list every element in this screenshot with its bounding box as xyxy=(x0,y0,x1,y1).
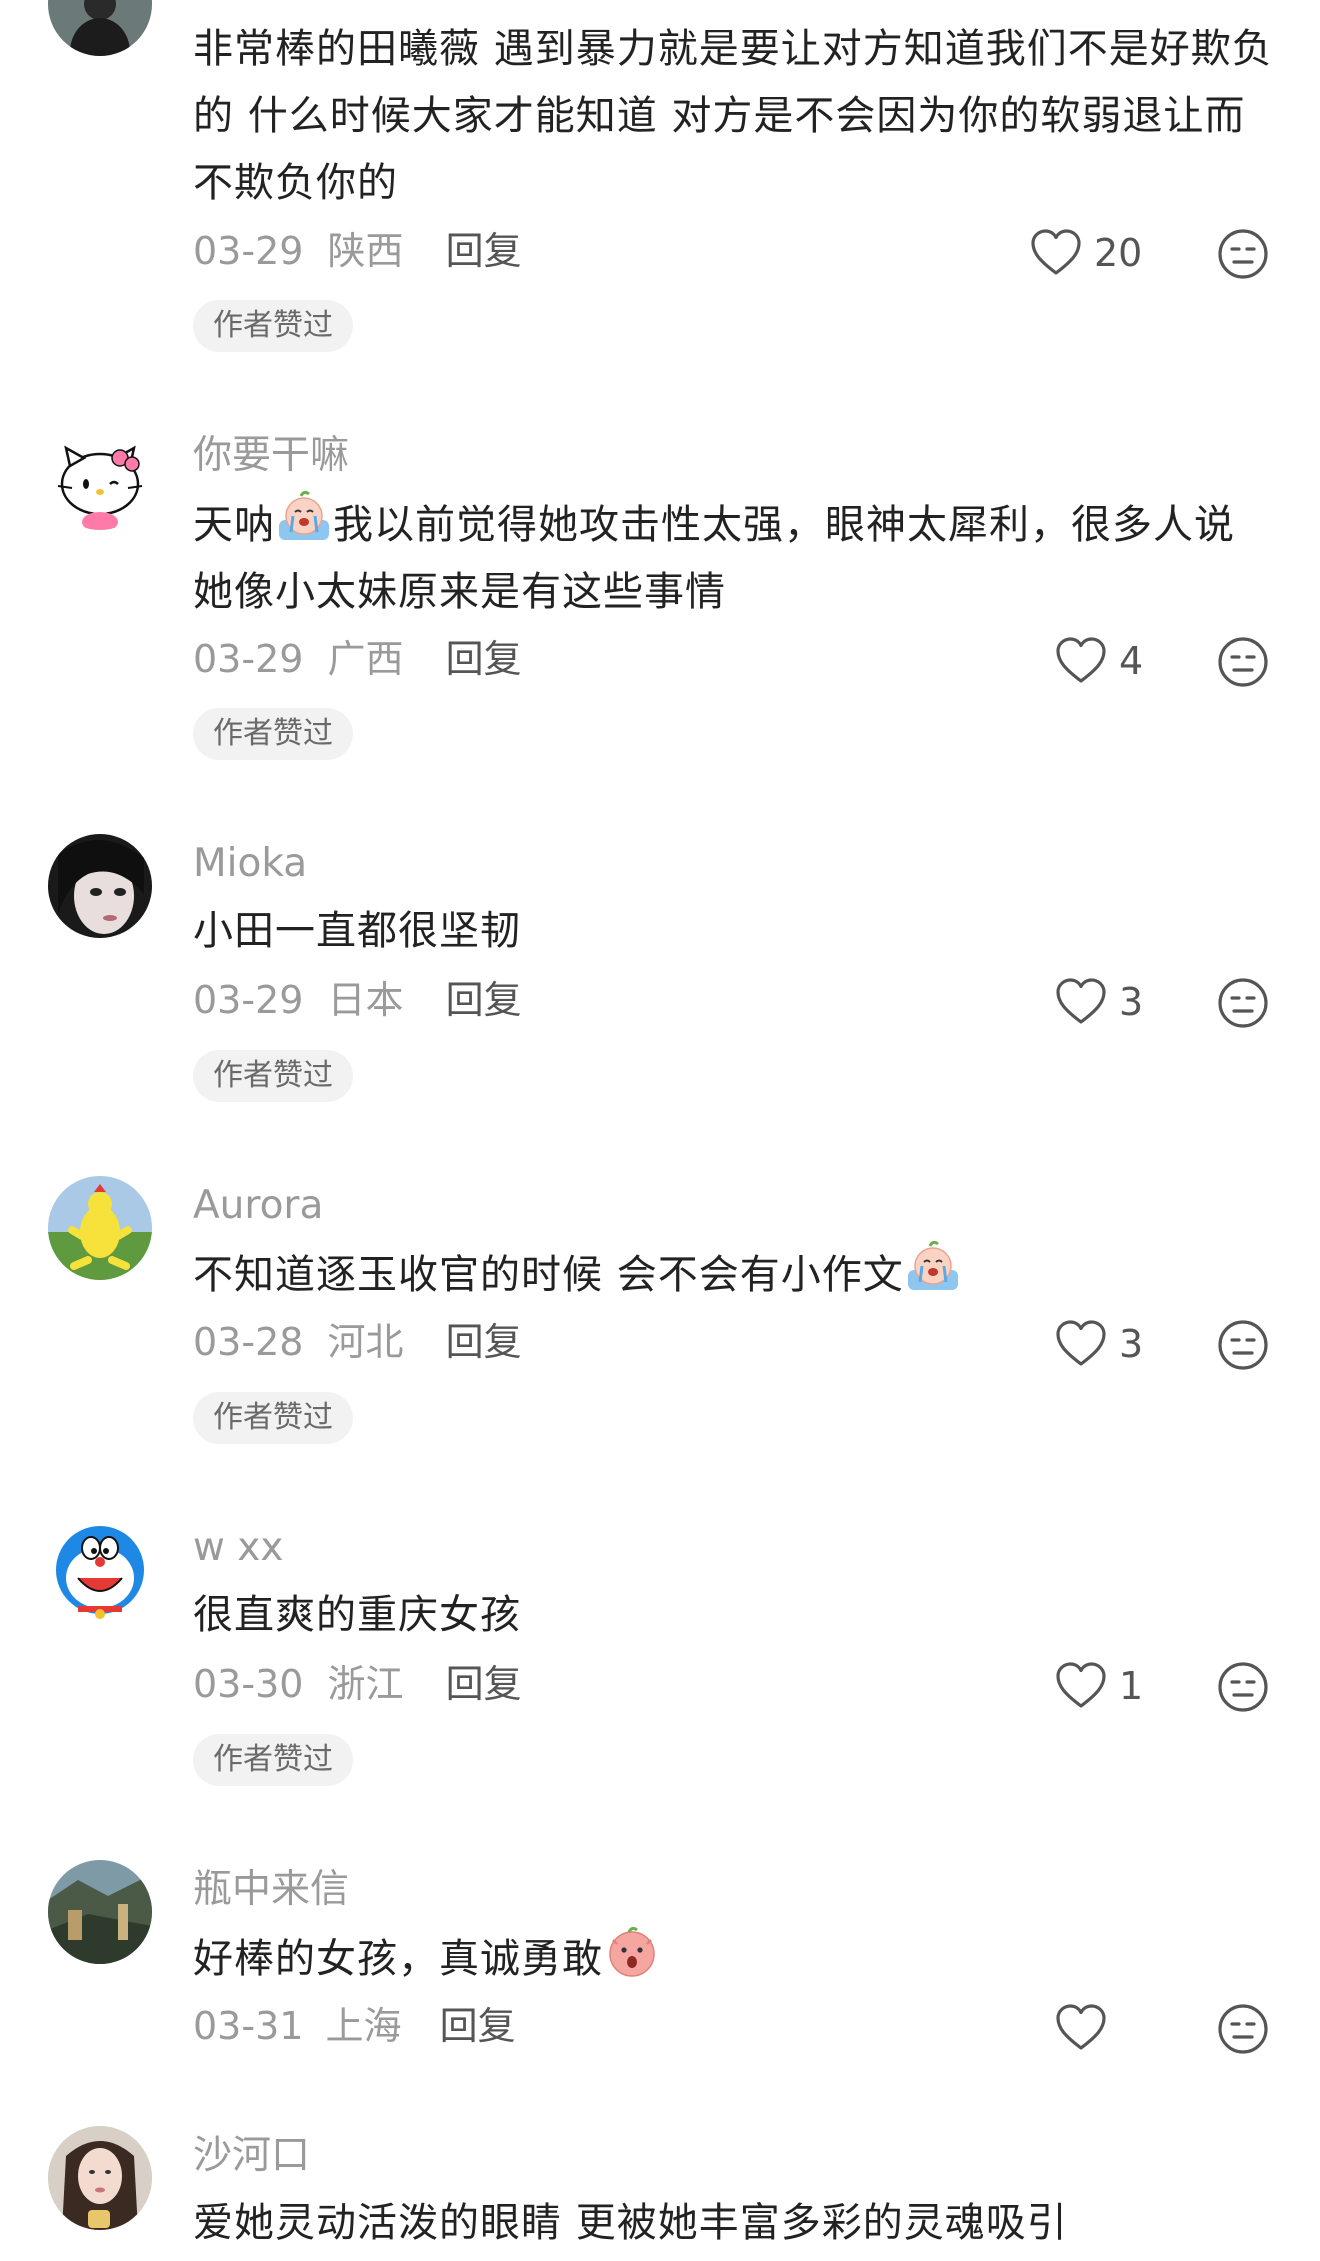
comment-meta: 03-29 日本 回复 xyxy=(193,976,522,1024)
username[interactable]: 沙河口 xyxy=(193,2132,310,2180)
comment-location: 浙江 xyxy=(327,1662,404,1706)
heart-icon xyxy=(1056,637,1106,683)
avatar[interactable] xyxy=(48,834,152,938)
avatar[interactable] xyxy=(48,2126,152,2230)
avatar[interactable] xyxy=(48,426,152,530)
expressionless-face-icon[interactable] xyxy=(1217,636,1269,688)
expressionless-face-icon[interactable] xyxy=(1217,977,1269,1029)
username[interactable]: 你要干嘛 xyxy=(193,432,349,480)
woman-portrait-avatar-icon xyxy=(48,2126,152,2230)
hello-kitty-avatar-icon xyxy=(48,426,152,530)
comment-date: 03-29 xyxy=(193,637,304,681)
author-liked-badge: 作者赞过 xyxy=(193,1734,353,1786)
heart-icon xyxy=(1056,978,1106,1024)
comment-text-part: 天呐 xyxy=(193,502,275,548)
comment-meta: 03-30 浙江 回复 xyxy=(193,1660,522,1708)
heart-icon xyxy=(1031,229,1081,275)
landscape-painting-avatar-icon xyxy=(48,1860,152,1964)
comment-text-part: 不知道逐玉收官的时候 会不会有小作文 xyxy=(193,1252,904,1298)
comment-text-part: 我以前觉得她攻击性太强，眼神太犀利，很多人说她像小太妹原来是有这些事情 xyxy=(193,502,1235,615)
reply-button[interactable]: 回复 xyxy=(440,2002,516,2050)
shocked-face-emoji-icon xyxy=(609,1926,655,1977)
like-count: 4 xyxy=(1119,639,1144,683)
reply-button[interactable]: 回复 xyxy=(446,1318,522,1366)
comment-meta: 03-29 广西 回复 xyxy=(193,635,522,683)
reply-button[interactable]: 回复 xyxy=(446,1660,522,1708)
heart-icon xyxy=(1056,2004,1106,2050)
like-button[interactable]: 3 xyxy=(1055,1316,1143,1372)
comment-text: 非常棒的田曦薇 遇到暴力就是要让对方知道我们不是好欺负的 什么时候大家才能知道 … xyxy=(193,26,1273,206)
avatar[interactable] xyxy=(48,1176,152,1280)
like-count: 3 xyxy=(1119,1322,1144,1366)
avatar[interactable] xyxy=(48,1518,152,1622)
comment-text: 好棒的女孩，真诚勇敢 xyxy=(193,1924,1273,1993)
comment-location: 陕西 xyxy=(327,229,404,273)
comment-date: 03-28 xyxy=(193,1320,304,1364)
reply-button[interactable]: 回复 xyxy=(446,635,522,683)
crying-face-emoji-icon xyxy=(279,490,329,540)
like-button[interactable] xyxy=(1055,2000,1119,2056)
comment-location: 上海 xyxy=(325,2004,402,2048)
comment-date: 03-29 xyxy=(193,978,304,1022)
girl-portrait-avatar-icon xyxy=(48,834,152,938)
comment-text: 爱她灵动活泼的眼睛 更被她丰富多彩的灵魂吸引 xyxy=(193,2200,1068,2246)
like-count: 3 xyxy=(1119,980,1144,1024)
author-liked-badge: 作者赞过 xyxy=(193,1392,353,1444)
comment-location: 日本 xyxy=(327,978,404,1022)
avatar[interactable] xyxy=(48,0,152,56)
username[interactable]: 瓶中来信 xyxy=(193,1866,349,1914)
comment-text: 天呐 我以前觉得她攻击性太强，眼神太犀利，很多人说她像小太妹原来是有这些事情 xyxy=(193,490,1273,626)
comment-text: 小田一直都很坚韧 xyxy=(193,908,521,954)
comment-meta: 03-31 上海 回复 xyxy=(193,2002,516,2050)
comment-date: 03-31 xyxy=(193,2004,304,2048)
username[interactable]: Aurora xyxy=(193,1182,323,1230)
like-button[interactable]: 20 xyxy=(1030,225,1142,281)
crying-face-emoji-icon xyxy=(907,1240,958,1290)
heart-icon xyxy=(1056,1320,1106,1366)
avatar[interactable] xyxy=(48,1860,152,1964)
comment-text: 不知道逐玉收官的时候 会不会有小作文 xyxy=(193,1240,1273,1309)
reply-button[interactable]: 回复 xyxy=(446,976,522,1024)
like-button[interactable]: 4 xyxy=(1055,633,1143,689)
comment-list: 非常棒的田曦薇 遇到暴力就是要让对方知道我们不是好欺负的 什么时候大家才能知道 … xyxy=(0,0,1320,2261)
author-liked-badge: 作者赞过 xyxy=(193,300,353,352)
expressionless-face-icon[interactable] xyxy=(1217,1319,1269,1371)
yellow-chicken-avatar-icon xyxy=(48,1176,152,1280)
comment-text: 很直爽的重庆女孩 xyxy=(193,1592,521,1638)
username[interactable]: Mioka xyxy=(193,840,307,888)
username[interactable]: w xx xyxy=(193,1524,283,1572)
like-count: 20 xyxy=(1094,231,1143,275)
reply-button[interactable]: 回复 xyxy=(446,227,522,275)
expressionless-face-icon[interactable] xyxy=(1217,228,1269,280)
author-liked-badge: 作者赞过 xyxy=(193,1050,353,1102)
comment-meta: 03-29 陕西 回复 xyxy=(193,227,522,275)
expressionless-face-icon[interactable] xyxy=(1217,1661,1269,1713)
like-button[interactable]: 3 xyxy=(1055,974,1143,1030)
expressionless-face-icon[interactable] xyxy=(1217,2003,1269,2055)
comment-date: 03-29 xyxy=(193,229,304,273)
doraemon-avatar-icon xyxy=(48,1518,152,1622)
comment-text-part: 好棒的女孩，真诚勇敢 xyxy=(193,1936,603,1982)
comment-location: 广西 xyxy=(327,637,404,681)
author-liked-badge: 作者赞过 xyxy=(193,708,353,760)
comment-meta: 03-28 河北 回复 xyxy=(193,1318,522,1366)
like-count: 1 xyxy=(1119,1664,1144,1708)
comment-location: 河北 xyxy=(327,1320,404,1364)
comment-date: 03-30 xyxy=(193,1662,304,1706)
heart-icon xyxy=(1056,1662,1106,1708)
like-button[interactable]: 1 xyxy=(1055,1658,1143,1714)
person-avatar-icon xyxy=(48,0,152,56)
